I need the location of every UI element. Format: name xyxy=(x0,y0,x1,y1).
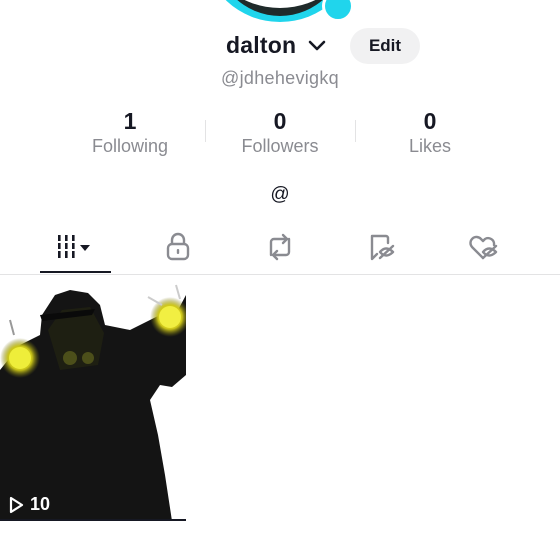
name-row: dalton Edit xyxy=(0,28,560,64)
tab-active-indicator xyxy=(40,271,111,273)
chevron-down-icon[interactable] xyxy=(308,39,326,53)
stat-following[interactable]: 1 Following xyxy=(55,108,205,157)
edit-profile-button[interactable]: Edit xyxy=(350,28,420,64)
lock-icon xyxy=(166,232,190,261)
tab-private[interactable] xyxy=(122,220,234,274)
tab-favorites[interactable] xyxy=(326,220,438,274)
bookmark-eye-icon xyxy=(370,234,395,261)
add-avatar-icon[interactable] xyxy=(322,0,354,22)
heart-eye-icon xyxy=(469,235,498,260)
username[interactable]: dalton xyxy=(226,32,296,59)
stat-followers[interactable]: 0 Followers xyxy=(205,108,355,157)
video-thumbnail[interactable] xyxy=(0,275,186,521)
view-count: 10 xyxy=(8,494,50,515)
stat-likes[interactable]: 0 Likes xyxy=(355,108,505,157)
followers-count: 0 xyxy=(273,108,287,134)
tab-liked[interactable] xyxy=(428,220,540,274)
profile-avatar[interactable] xyxy=(205,0,355,30)
likes-count: 0 xyxy=(423,108,437,134)
view-count-value: 10 xyxy=(30,494,51,514)
tab-reposts[interactable] xyxy=(224,220,336,274)
profile-bio: @ xyxy=(270,184,290,205)
profile-tabs xyxy=(0,220,560,275)
followers-label: Followers xyxy=(241,136,319,156)
user-handle: @jdhehevigkq xyxy=(221,68,339,88)
thumbnail-divider xyxy=(0,519,186,521)
play-icon xyxy=(9,496,24,513)
tab-videos[interactable] xyxy=(20,220,132,274)
grid-icon xyxy=(58,235,90,258)
profile-stats: 1 Following 0 Followers 0 Likes xyxy=(55,108,505,168)
likes-label: Likes xyxy=(408,136,452,156)
repost-icon xyxy=(269,233,291,261)
following-count: 1 xyxy=(123,108,137,134)
following-label: Following xyxy=(91,136,169,156)
video-cover-image xyxy=(0,275,186,521)
